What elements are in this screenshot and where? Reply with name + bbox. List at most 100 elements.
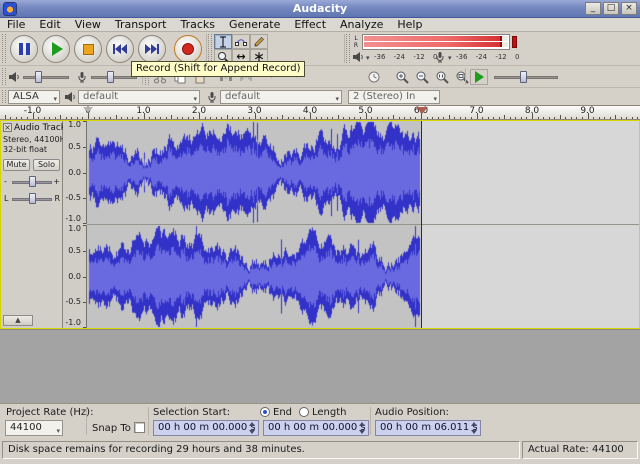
menu-item-analyze[interactable]: Analyze: [333, 18, 390, 31]
chevron-down-icon: ▾: [433, 93, 437, 104]
record-button[interactable]: [174, 35, 202, 63]
output-device-select[interactable]: default▾: [78, 90, 200, 104]
audio-host-select[interactable]: ALSA▾: [8, 90, 60, 104]
draw-tool-icon: [253, 36, 265, 48]
waveform-channel-right[interactable]: [87, 225, 639, 328]
selection-tool-button[interactable]: [214, 34, 232, 49]
zoom-in-button[interactable]: [393, 68, 411, 85]
minimize-button[interactable]: _: [585, 2, 601, 15]
maximize-button[interactable]: □: [603, 2, 619, 15]
envelope-tool-button[interactable]: [232, 34, 250, 49]
menu-item-transport[interactable]: Transport: [108, 18, 174, 31]
ruler-tick: [171, 115, 172, 119]
spinner-arrows[interactable]: [249, 422, 257, 434]
ruler-tick: [116, 115, 117, 119]
end-radio[interactable]: [260, 407, 270, 417]
audio-position-label: Audio Position:: [375, 407, 449, 419]
ruler-tick: [393, 115, 394, 119]
ruler-tick: [243, 117, 244, 119]
menu-item-edit[interactable]: Edit: [32, 18, 67, 31]
spinner-arrows[interactable]: [359, 422, 367, 434]
meter-toolbar-grip[interactable]: [346, 34, 350, 63]
menu-item-generate[interactable]: Generate: [222, 18, 287, 31]
recording-meter-mic-icon[interactable]: [434, 51, 446, 63]
empty-track-area: [0, 329, 640, 403]
menu-item-view[interactable]: View: [68, 18, 108, 31]
sync-lock-button[interactable]: [365, 68, 383, 85]
fit-selection-button[interactable]: [433, 68, 451, 85]
tools-toolbar-grip[interactable]: [208, 34, 212, 63]
ruler-tick: [27, 117, 28, 119]
track-close-button[interactable]: ×: [3, 123, 12, 132]
titlebar: Audacity _ □ ×: [0, 0, 640, 18]
input-channels-select[interactable]: 2 (Stereo) In▾: [348, 90, 440, 104]
amplitude-tick: [83, 277, 86, 278]
window-buttons: _ □ ×: [585, 2, 637, 15]
slider-thumb[interactable]: [107, 71, 114, 83]
pan-left-label: L: [4, 194, 8, 203]
ruler-label: 1.0: [136, 106, 150, 116]
menu-item-help[interactable]: Help: [390, 18, 429, 31]
close-button[interactable]: ×: [621, 2, 637, 15]
recording-meter[interactable]: [362, 34, 510, 50]
menu-item-tracks[interactable]: Tracks: [173, 18, 222, 31]
device-toolbar-grip[interactable]: [2, 90, 6, 103]
waveform-channel-left[interactable]: [87, 121, 639, 224]
snap-to-checkbox[interactable]: [134, 422, 145, 433]
slider-thumb[interactable]: [35, 71, 42, 83]
gain-slider[interactable]: - +: [3, 175, 61, 189]
draw-tool-button[interactable]: [250, 34, 268, 49]
playback-meter-speaker-icon[interactable]: [352, 51, 364, 63]
selection-end-field[interactable]: 00 h 00 m 00.000 s: [263, 420, 369, 436]
ruler-tick: [526, 117, 527, 119]
play-button[interactable]: [42, 35, 70, 63]
ruler-tick: [177, 117, 178, 119]
ruler-tick: [155, 117, 156, 119]
ruler-tick: [432, 117, 433, 119]
zoom-out-button[interactable]: [413, 68, 431, 85]
gain-plus-label: +: [53, 177, 60, 186]
sync-lock-icon: [367, 70, 381, 84]
amplitude-label: -0.5: [65, 194, 81, 202]
ruler-tick: [399, 117, 400, 119]
slider-thumb[interactable]: [29, 193, 36, 204]
ruler-tick: [504, 115, 505, 119]
track-collapse-button[interactable]: ▲: [3, 315, 33, 326]
input-device-select[interactable]: default▾: [220, 90, 342, 104]
ruler-tick: [238, 117, 239, 119]
output-volume-speaker-icon: [8, 71, 20, 83]
spinner-arrows[interactable]: [471, 422, 479, 434]
mute-button[interactable]: Mute: [3, 159, 30, 171]
audio-position-field[interactable]: 00 h 00 m 06.011 s: [375, 420, 481, 436]
stop-button[interactable]: [74, 35, 102, 63]
playback-speed-slider[interactable]: [494, 70, 558, 84]
ruler-tick: [38, 117, 39, 119]
track-format-line1: Stereo, 44100Hz: [3, 135, 70, 144]
ruler-tick: [271, 117, 272, 119]
output-volume-slider[interactable]: [23, 70, 69, 84]
ruler-tick: [132, 117, 133, 119]
pause-button[interactable]: [10, 35, 38, 63]
project-rate-select[interactable]: 44100▾: [5, 420, 63, 436]
skip-to-end-button[interactable]: [138, 35, 166, 63]
ruler-tick: [349, 117, 350, 119]
menu-item-file[interactable]: File: [0, 18, 32, 31]
recording-meter-dropdown-arrow[interactable]: ▾: [448, 54, 452, 62]
mixer-toolbar-grip[interactable]: [2, 68, 6, 85]
fit-project-button[interactable]: [453, 68, 471, 85]
length-radio[interactable]: [299, 407, 309, 417]
skip-to-start-button[interactable]: [106, 35, 134, 63]
pan-slider[interactable]: L R: [3, 192, 61, 206]
ruler-tick: [121, 117, 122, 119]
ruler-tick: [260, 117, 261, 119]
play-at-speed-button[interactable]: [470, 69, 488, 85]
solo-button[interactable]: Solo: [33, 159, 60, 171]
toolbar-separator: [148, 407, 149, 435]
selection-start-field[interactable]: 00 h 00 m 00.000 s: [153, 420, 259, 436]
transport-toolbar-grip[interactable]: [2, 34, 6, 63]
playback-meter-dropdown-arrow[interactable]: ▾: [366, 54, 370, 62]
slider-thumb[interactable]: [520, 71, 527, 83]
timeline-ruler[interactable]: -1.001.02.03.04.05.06.07.08.09.0: [0, 106, 640, 120]
slider-thumb[interactable]: [29, 176, 36, 187]
menu-item-effect[interactable]: Effect: [287, 18, 333, 31]
